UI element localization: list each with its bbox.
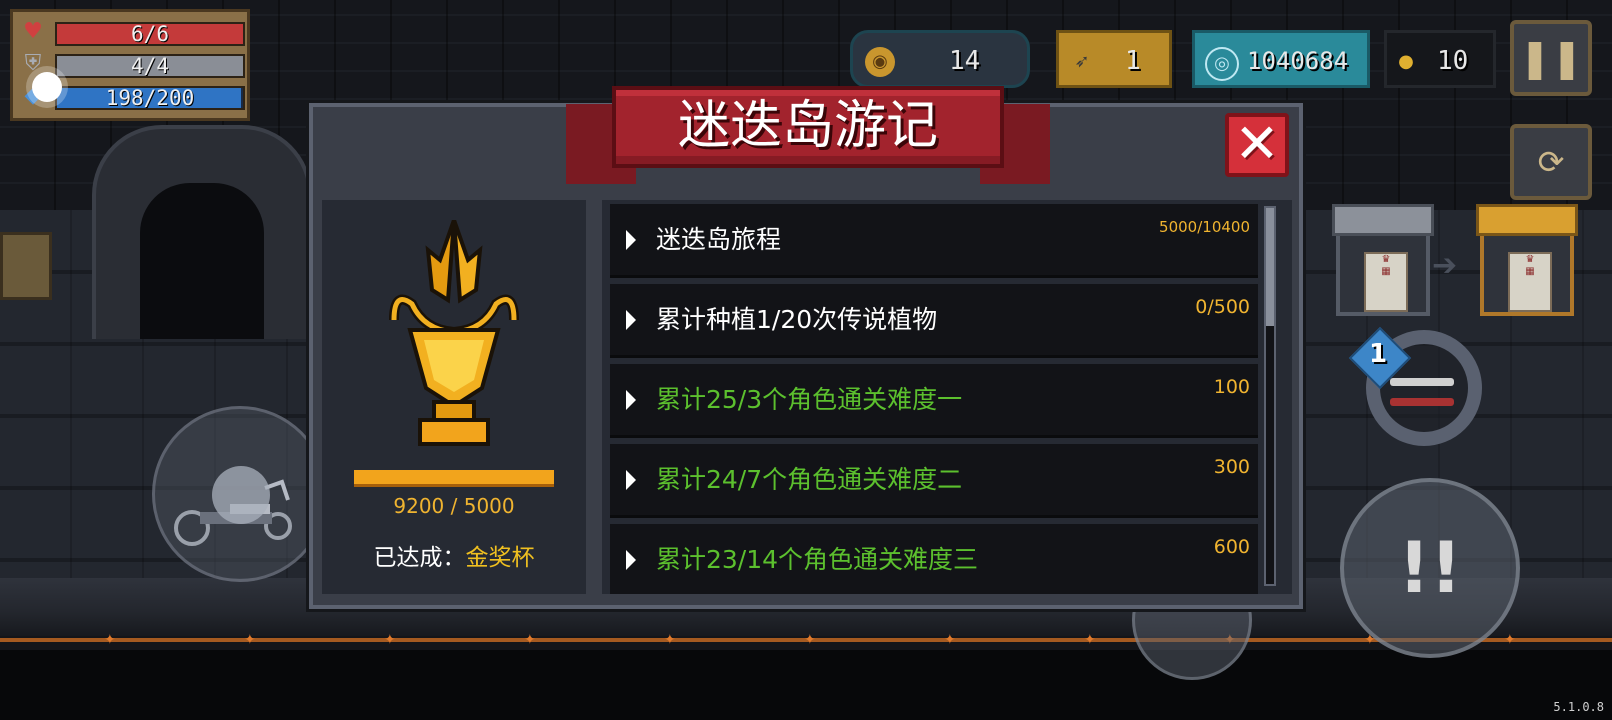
stone-archway [92, 125, 312, 339]
rail-stud: ✦ [1504, 632, 1516, 648]
heart-icon: ♥ [23, 19, 43, 44]
gems-counter: ◎ 1040684 [1192, 30, 1370, 88]
scrollbar-thumb[interactable] [1266, 208, 1274, 326]
quest-row[interactable]: 迷迭岛旅程 5000/10400 [610, 204, 1258, 278]
weapon-slot-number: 1 [1368, 339, 1388, 369]
bottom-shadow [0, 650, 1612, 720]
expand-arrow-icon [626, 390, 636, 410]
coins-counter: ● 10 [1384, 30, 1496, 88]
pedestal-right[interactable]: ♛ ▦ [1476, 204, 1578, 316]
energy-text: 198/200 [105, 86, 195, 110]
sword-icon [1390, 398, 1454, 406]
quest-reward: 0/500 [1195, 296, 1250, 318]
version-label: 5.1.0.8 [1553, 700, 1604, 714]
close-button[interactable]: ✕ [1225, 113, 1289, 177]
rail-stud: ✦ [804, 632, 816, 648]
rail-stud: ✦ [104, 632, 116, 648]
quest-row[interactable]: 累计23/14个角色通关难度三 600 [610, 524, 1258, 594]
expand-arrow-icon [626, 550, 636, 570]
arrow-right-icon: ➔ [1432, 248, 1458, 283]
materials-value: 14 [949, 46, 981, 76]
quest-list[interactable]: 迷迭岛旅程 5000/10400 累计种植1/20次传说植物 0/500 累计2… [602, 200, 1292, 594]
pause-button[interactable]: ❚❚ [1510, 20, 1592, 96]
fish-value: 1 [1125, 46, 1141, 76]
material-coin-icon: ◉ [865, 47, 895, 77]
quest-row[interactable]: 累计25/3个角色通关难度一 100 [610, 364, 1258, 438]
pedestal-cap [1332, 204, 1434, 236]
achieved-value: 金奖杯 [465, 545, 535, 571]
gems-value: 1040684 [1247, 47, 1349, 75]
pedestal-left[interactable]: ♛ ▦ [1332, 204, 1434, 316]
skill-button[interactable]: !! [1340, 478, 1520, 658]
armor-bar: 4/4 [55, 54, 245, 78]
trophy-progress-text: 9200 / 5000 [393, 494, 515, 518]
fish-counter: ➶ 1 [1056, 30, 1172, 88]
health-bar: 6/6 [55, 22, 245, 46]
coin-icon: ● [1398, 51, 1414, 72]
quest-row[interactable]: 累计24/7个角色通关难度二 300 [610, 444, 1258, 518]
gem-icon: ◎ [1205, 47, 1239, 81]
multiplayer-button[interactable]: ⟳ [1510, 124, 1592, 200]
fish-icon: ➶ [1074, 51, 1090, 72]
achieved-label: 已达成： [373, 545, 466, 571]
materials-counter: ◉ 14 [850, 30, 1030, 88]
card-icon: ♛ ▦ [1508, 252, 1552, 312]
energy-bar: 198/200 [55, 86, 245, 110]
expand-arrow-icon [626, 230, 636, 250]
quest-row[interactable]: 累计种植1/20次传说植物 0/500 [610, 284, 1258, 358]
quest-label: 累计种植1/20次传说植物 [656, 305, 938, 334]
rail-stud: ✦ [384, 632, 396, 648]
gold-trophy-icon [389, 220, 519, 446]
sword-icon [1390, 378, 1454, 386]
expand-arrow-icon [626, 310, 636, 330]
card-icon: ♛ ▦ [1364, 252, 1408, 312]
coins-value: 10 [1437, 46, 1469, 76]
notice-board [0, 232, 52, 300]
quest-reward: 100 [1213, 376, 1250, 398]
quest-reward: 5000/10400 [1159, 218, 1250, 236]
pedestal-cap [1476, 204, 1578, 236]
armor-text: 4/4 [131, 54, 169, 78]
rail-stud: ✦ [524, 632, 536, 648]
trophy-achieved: 已达成：金奖杯 [322, 538, 586, 572]
quest-label: 累计24/7个角色通关难度二 [656, 465, 963, 494]
quest-reward: 600 [1213, 536, 1250, 558]
expand-arrow-icon [626, 470, 636, 490]
trophy-progress-bar [354, 470, 554, 487]
joystick-knob[interactable] [212, 466, 270, 524]
quest-reward: 300 [1213, 456, 1250, 478]
quest-label: 累计25/3个角色通关难度一 [656, 385, 963, 414]
quest-label: 累计23/14个角色通关难度三 [656, 545, 979, 574]
modal-title: 迷迭岛游记 [677, 96, 938, 156]
status-panel: ♥ 6/6 ⛨ 4/4 ◆ 198/200 [10, 9, 250, 121]
touch-indicator [32, 72, 62, 102]
rail-stud: ✦ [244, 632, 256, 648]
quest-label: 迷迭岛旅程 [656, 225, 782, 254]
rail-stud: ✦ [944, 632, 956, 648]
health-text: 6/6 [131, 22, 169, 46]
rail-stud: ✦ [1084, 632, 1096, 648]
rail-stud: ✦ [664, 632, 676, 648]
